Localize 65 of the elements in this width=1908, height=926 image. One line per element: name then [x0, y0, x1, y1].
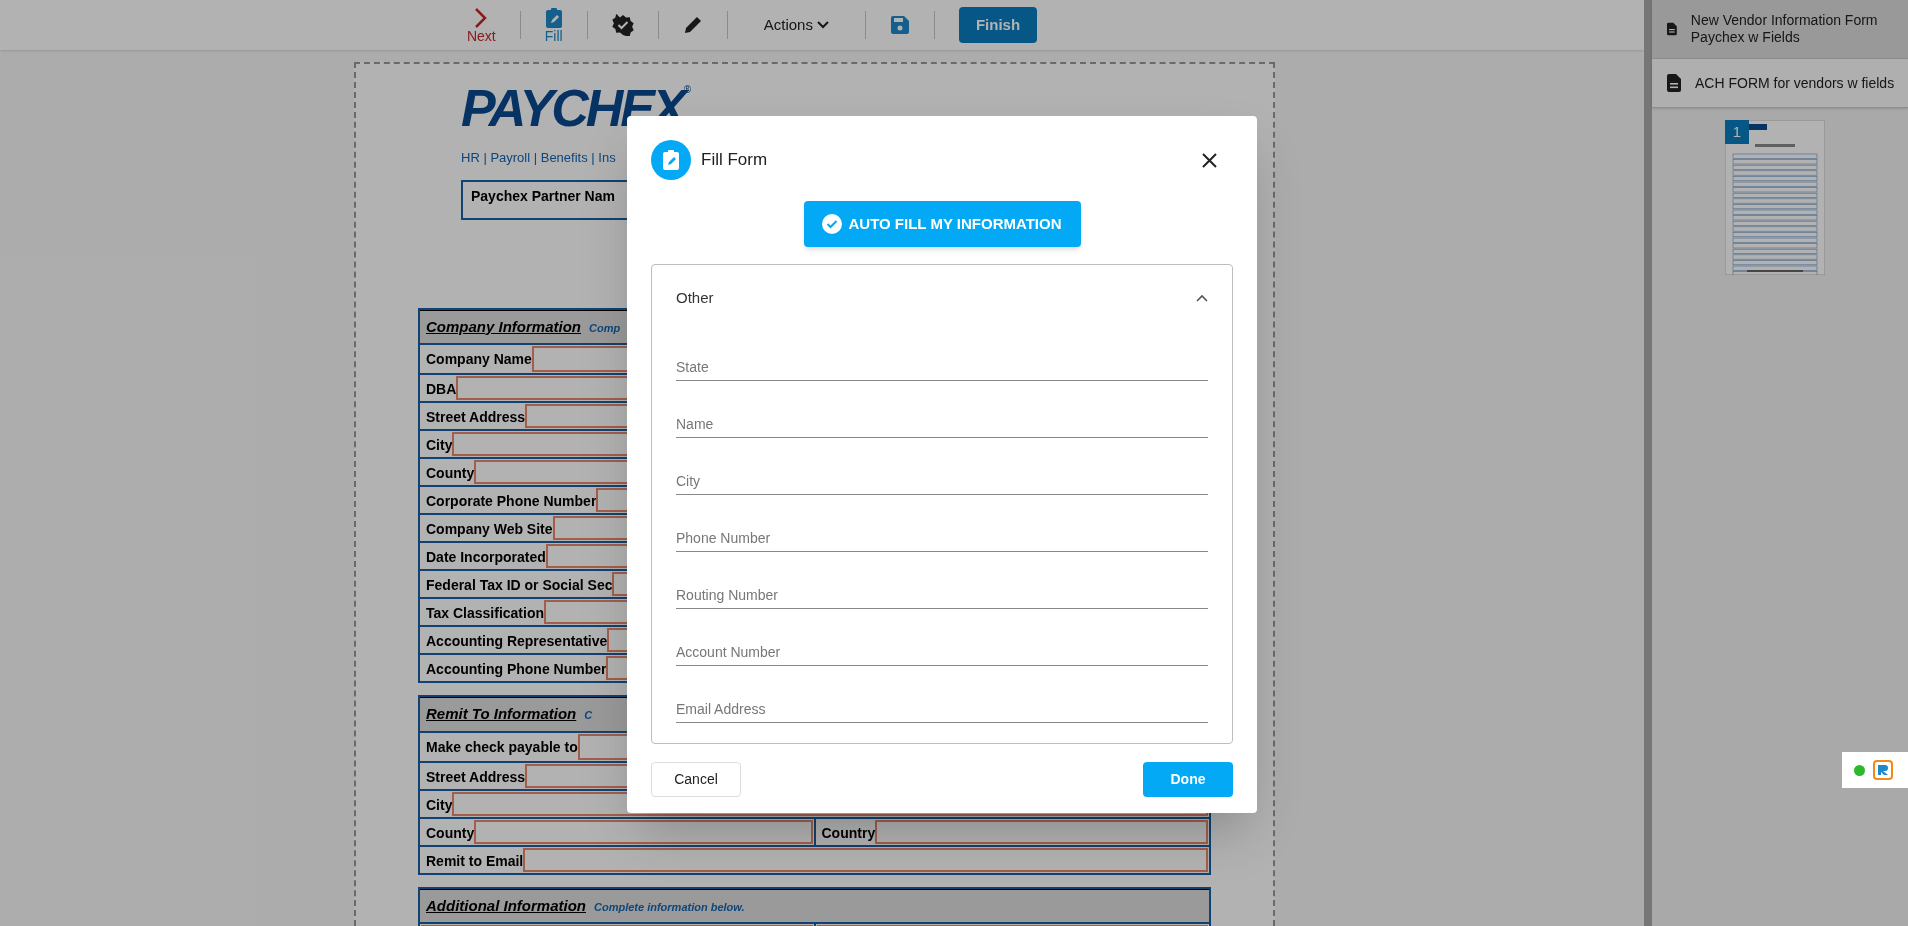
text-field[interactable]: Name: [676, 401, 1208, 438]
verified-badge-icon[interactable]: [611, 14, 634, 36]
app-logo-icon: [1873, 760, 1893, 780]
file-name: New Vendor Information Form Paychex w Fields: [1690, 12, 1879, 46]
text-field[interactable]: Routing Number: [676, 572, 1208, 609]
field-label: DBA: [425, 380, 457, 399]
field-label: Date Incorporated: [425, 548, 546, 567]
check-circle-icon: [822, 214, 843, 234]
partner-label: Paychex Partner Nam: [471, 187, 615, 204]
next-button[interactable]: Next: [466, 7, 496, 43]
document-icon: [1667, 74, 1681, 92]
actions-menu-button[interactable]: Actions: [751, 13, 841, 37]
section-title: Company Information: [426, 316, 581, 337]
form-field-box[interactable]: [523, 847, 1208, 872]
chevron-right-icon: [474, 7, 489, 29]
accordion-header[interactable]: Other: [676, 265, 1208, 324]
dialog-title: Fill Form: [701, 149, 768, 172]
section-title: Additional Information: [426, 895, 586, 916]
form-field-box[interactable]: [474, 819, 813, 844]
field-label: Accounting Representative: [425, 632, 608, 651]
close-icon: [1201, 152, 1217, 168]
field-label: Street Address: [425, 408, 526, 427]
field-label: City: [425, 436, 453, 455]
section-title: Remit To Information: [426, 704, 577, 724]
finish-button[interactable]: Finish: [958, 7, 1038, 43]
file-name: ACH FORM for vendors w fields: [1695, 74, 1895, 92]
clipboard-icon: [651, 140, 691, 180]
field-label: City: [425, 795, 453, 815]
field-label: Accounting Phone Number: [425, 660, 607, 679]
file-item[interactable]: New Vendor Information Form Paychex w Fields: [1652, 0, 1908, 59]
file-item[interactable]: ACH FORM for vendors w fields: [1652, 59, 1908, 108]
field-label: Corporate Phone Number: [425, 492, 597, 511]
text-field[interactable]: City: [676, 458, 1208, 495]
section-note: Comp: [589, 320, 621, 336]
text-field[interactable]: State: [676, 344, 1208, 381]
field-label: County: [425, 823, 475, 843]
field-label: Country: [820, 823, 876, 843]
field-label: Street Address: [425, 767, 526, 787]
text-field[interactable]: Account Number: [676, 629, 1208, 666]
cancel-button[interactable]: Cancel: [651, 762, 741, 797]
tagline: HR | Payroll | Benefits | Ins: [461, 149, 616, 167]
field-label: Remit to Email: [425, 851, 524, 871]
form-field-box[interactable]: [875, 819, 1208, 844]
text-field[interactable]: Email Address: [676, 686, 1208, 723]
section-note: Complete information below.: [594, 899, 745, 915]
pencil-icon[interactable]: [682, 15, 703, 35]
scrollbar[interactable]: [1644, 0, 1652, 926]
clipboard-icon: [544, 7, 563, 29]
auto-fill-button[interactable]: AUTO FILL MY INFORMATION: [803, 201, 1081, 247]
fill-button[interactable]: Fill: [544, 7, 563, 43]
field-label: Tax Classification: [425, 604, 544, 623]
field-label: Company Web Site: [425, 520, 553, 539]
document-icon: [1667, 20, 1677, 38]
page-number-badge[interactable]: 1: [1725, 120, 1749, 144]
field-label: Make check payable to: [425, 737, 578, 757]
text-field[interactable]: Phone Number: [676, 515, 1208, 552]
status-widget[interactable]: [1842, 752, 1908, 788]
chevron-down-icon: [816, 21, 829, 29]
save-icon[interactable]: [889, 15, 910, 35]
done-button[interactable]: Done: [1143, 762, 1233, 797]
section-note: C: [584, 708, 593, 723]
group-title: Other: [676, 288, 714, 308]
field-label: Company Name: [425, 350, 532, 369]
field-label: Federal Tax ID or Social Sec: [425, 576, 613, 595]
field-label: County: [425, 464, 475, 483]
